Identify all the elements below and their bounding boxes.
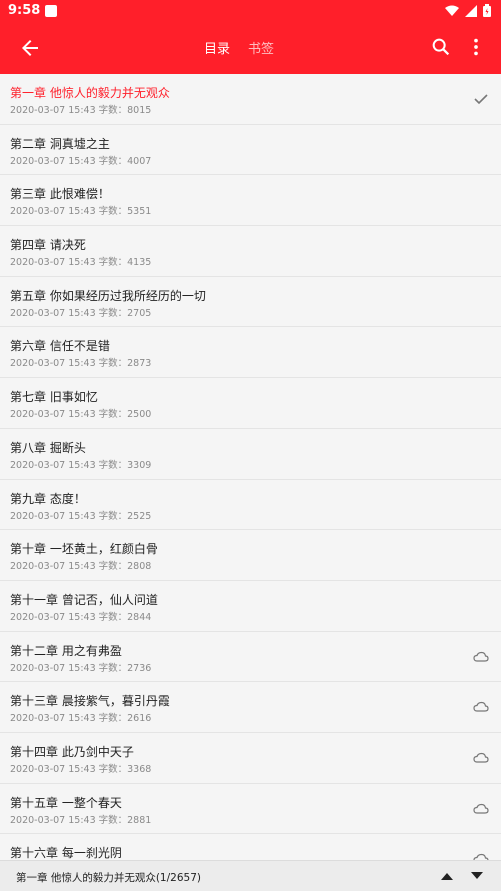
search-icon[interactable] xyxy=(430,36,452,58)
chapter-row[interactable]: 第十六章 每一刹光阴 xyxy=(0,834,501,860)
chapter-row[interactable]: 第八章 掘断头 2020-03-07 15:43 字数：3309 xyxy=(0,429,501,480)
cloud-icon xyxy=(473,699,489,713)
chapter-title: 第十章 一坯黄土，红颜白骨 xyxy=(10,542,158,557)
chapter-title: 第十四章 此乃剑中天子 xyxy=(10,744,134,759)
chapter-title: 第八章 掘断头 xyxy=(10,440,86,455)
cloud-icon xyxy=(473,801,489,815)
chapter-title: 第十五章 一整个春天 xyxy=(10,795,122,810)
chapter-meta: 2020-03-07 15:43 字数：2616 xyxy=(10,713,152,725)
bottom-bar: 第一章 他惊人的毅力并无观众(1/2657) xyxy=(0,860,501,891)
scroll-up-icon[interactable] xyxy=(440,870,454,882)
chapter-row[interactable]: 第一章 他惊人的毅力并无观众 2020-03-07 15:43 字数：8015 xyxy=(0,74,501,125)
chapter-title: 第九章 态度！ xyxy=(10,491,86,506)
chapter-row[interactable]: 第九章 态度！ 2020-03-07 15:43 字数：2525 xyxy=(0,480,501,531)
status-time: 9:58 xyxy=(8,3,41,18)
chapter-row[interactable]: 第四章 请决死 2020-03-07 15:43 字数：4135 xyxy=(0,226,501,277)
chapter-row[interactable]: 第六章 信任不是错 2020-03-07 15:43 字数：2873 xyxy=(0,327,501,379)
chapter-title: 第二章 洞真墟之主 xyxy=(10,136,110,151)
cloud-icon xyxy=(473,750,489,764)
tab-bookmarks[interactable]: 书签 xyxy=(248,38,274,57)
chapter-row[interactable]: 第七章 旧事如忆 2020-03-07 15:43 字数：2500 xyxy=(0,378,501,429)
cloud-icon xyxy=(473,649,489,663)
chapter-meta: 2020-03-07 15:43 字数：5351 xyxy=(10,206,152,218)
chapter-title: 第六章 信任不是错 xyxy=(10,339,110,354)
chapter-meta: 2020-03-07 15:43 字数：4135 xyxy=(10,257,152,269)
chapter-title: 第三章 此恨难偿！ xyxy=(10,187,110,202)
chapter-meta: 2020-03-07 15:43 字数：2705 xyxy=(10,307,152,319)
check-icon xyxy=(473,91,489,105)
scroll-down-icon[interactable] xyxy=(470,870,484,882)
chapter-row[interactable]: 第十一章 曾记否，仙人问道 2020-03-07 15:43 字数：2844 xyxy=(0,581,501,632)
toolbar: 目录 书签 xyxy=(0,22,501,74)
chapter-title: 第十六章 每一刹光阴 xyxy=(10,846,122,860)
chapter-row[interactable]: 第十四章 此乃剑中天子 2020-03-07 15:43 字数：3368 xyxy=(0,733,501,784)
back-arrow-icon[interactable] xyxy=(18,36,42,60)
more-options-icon[interactable] xyxy=(466,36,486,58)
current-chapter-label: 第一章 他惊人的毅力并无观众(1/2657) xyxy=(16,872,201,884)
chapter-meta: 2020-03-07 15:43 字数：2808 xyxy=(10,561,152,573)
chapter-meta: 2020-03-07 15:43 字数：3368 xyxy=(10,763,152,775)
chapter-meta: 2020-03-07 15:43 字数：2500 xyxy=(10,409,152,421)
status-icons xyxy=(445,4,491,17)
chapter-title: 第四章 请决死 xyxy=(10,238,86,253)
battery-icon xyxy=(483,4,491,17)
chapter-title: 第七章 旧事如忆 xyxy=(10,390,98,405)
chapter-title: 第一章 他惊人的毅力并无观众 xyxy=(10,86,170,100)
wifi-icon xyxy=(445,5,459,16)
notification-app-icon xyxy=(45,5,57,17)
chapter-row[interactable]: 第十五章 一整个春天 2020-03-07 15:43 字数：2881 xyxy=(0,784,501,835)
chapter-title: 第十二章 用之有弗盈 xyxy=(10,643,122,658)
chapter-row[interactable]: 第十二章 用之有弗盈 2020-03-07 15:43 字数：2736 xyxy=(0,632,501,683)
cloud-icon xyxy=(473,851,489,860)
chapter-row[interactable]: 第三章 此恨难偿！ 2020-03-07 15:43 字数：5351 xyxy=(0,175,501,227)
chapter-meta: 2020-03-07 15:43 字数：2736 xyxy=(10,662,152,674)
chapter-title: 第十三章 晨接紫气，暮引丹霞 xyxy=(10,694,170,709)
chapter-meta: 2020-03-07 15:43 字数：2873 xyxy=(10,358,152,370)
chapter-meta: 2020-03-07 15:43 字数：2881 xyxy=(10,814,152,826)
chapter-meta: 2020-03-07 15:43 字数：2844 xyxy=(10,611,152,623)
chapter-title: 第十一章 曾记否，仙人问道 xyxy=(10,592,158,607)
status-bar: 9:58 xyxy=(0,0,501,22)
chapter-row[interactable]: 第十章 一坯黄土，红颜白骨 2020-03-07 15:43 字数：2808 xyxy=(0,530,501,581)
chapter-row[interactable]: 第二章 洞真墟之主 2020-03-07 15:43 字数：4007 xyxy=(0,125,501,176)
chapter-meta: 2020-03-07 15:43 字数：8015 xyxy=(10,105,152,116)
chapter-meta: 2020-03-07 15:43 字数：4007 xyxy=(10,155,152,167)
chapter-meta: 2020-03-07 15:43 字数：3309 xyxy=(10,459,152,471)
chapter-list[interactable]: 第一章 他惊人的毅力并无观众 2020-03-07 15:43 字数：8015 第二… xyxy=(0,74,501,860)
chapter-row[interactable]: 第十三章 晨接紫气，暮引丹霞 2020-03-07 15:43 字数：2616 xyxy=(0,682,501,733)
tab-catalog[interactable]: 目录 xyxy=(204,38,230,57)
chapter-meta: 2020-03-07 15:43 字数：2525 xyxy=(10,510,152,522)
signal-icon xyxy=(465,4,477,17)
chapter-row[interactable]: 第五章 你如果经历过我所经历的一切 2020-03-07 15:43 字数：270… xyxy=(0,277,501,328)
chapter-title: 第五章 你如果经历过我所经历的一切 xyxy=(10,288,206,303)
